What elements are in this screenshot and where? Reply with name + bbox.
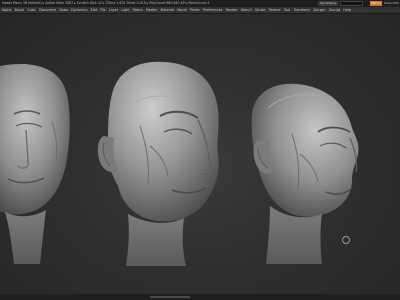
menu-transform[interactable]: Transform — [293, 8, 309, 12]
head-model-three-quarter[interactable] — [97, 61, 219, 266]
menu-draw[interactable]: Draw — [59, 8, 68, 12]
menu-dynamics[interactable]: Dynamics — [71, 8, 87, 12]
brush-cursor-icon — [342, 236, 350, 244]
menu-zscript[interactable]: Zscript — [329, 8, 340, 12]
menu-macro[interactable]: Macro — [133, 8, 143, 12]
menu-edit[interactable]: Edit — [91, 8, 97, 12]
ui-layout-label[interactable]: DefaultZS — [384, 0, 399, 7]
menu-marker[interactable]: Marker — [146, 8, 157, 12]
shelf-handle[interactable] — [150, 296, 190, 298]
window-title: Heads Menu 3B (default) ▸ Active Mem 308… — [2, 1, 210, 5]
menu-layer[interactable]: Layer — [109, 8, 118, 12]
title-bar: Heads Menu 3B (default) ▸ Active Mem 308… — [0, 0, 400, 7]
search-input[interactable] — [340, 1, 363, 6]
menu-file[interactable]: File — [100, 8, 106, 12]
menu-brush[interactable]: Brush — [15, 8, 25, 12]
menu-material[interactable]: Material — [160, 8, 173, 12]
menu-zplugin[interactable]: Zplugin — [313, 8, 325, 12]
bottom-shelf — [0, 294, 400, 300]
menu-tool[interactable]: Tool — [284, 8, 290, 12]
menu-light[interactable]: Light — [121, 8, 129, 12]
menu-color[interactable]: Color — [27, 8, 36, 12]
quicksave-button[interactable]: QuickSave — [318, 1, 338, 6]
head-model-front[interactable] — [0, 64, 70, 264]
menu-picker[interactable]: Picker — [190, 8, 200, 12]
menu-render[interactable]: Render — [226, 8, 238, 12]
menu-stencil[interactable]: Stencil — [241, 8, 252, 12]
main-menu-bar: Alpha Brush Color Document Draw Dynamics… — [0, 7, 400, 14]
menu-preferences[interactable]: Preferences — [203, 8, 222, 12]
menu-stroke[interactable]: Stroke — [255, 8, 266, 12]
menu-document[interactable]: Document — [39, 8, 56, 12]
menu-alpha[interactable]: Alpha — [2, 8, 11, 12]
sculpt-scene — [0, 61, 359, 266]
menu-movie[interactable]: Movie — [177, 8, 187, 12]
canvas-viewport[interactable] — [0, 14, 400, 294]
menu-help[interactable]: Help — [343, 8, 351, 12]
menu-texture[interactable]: Texture — [269, 8, 281, 12]
menus-button[interactable]: Menus — [370, 1, 382, 6]
